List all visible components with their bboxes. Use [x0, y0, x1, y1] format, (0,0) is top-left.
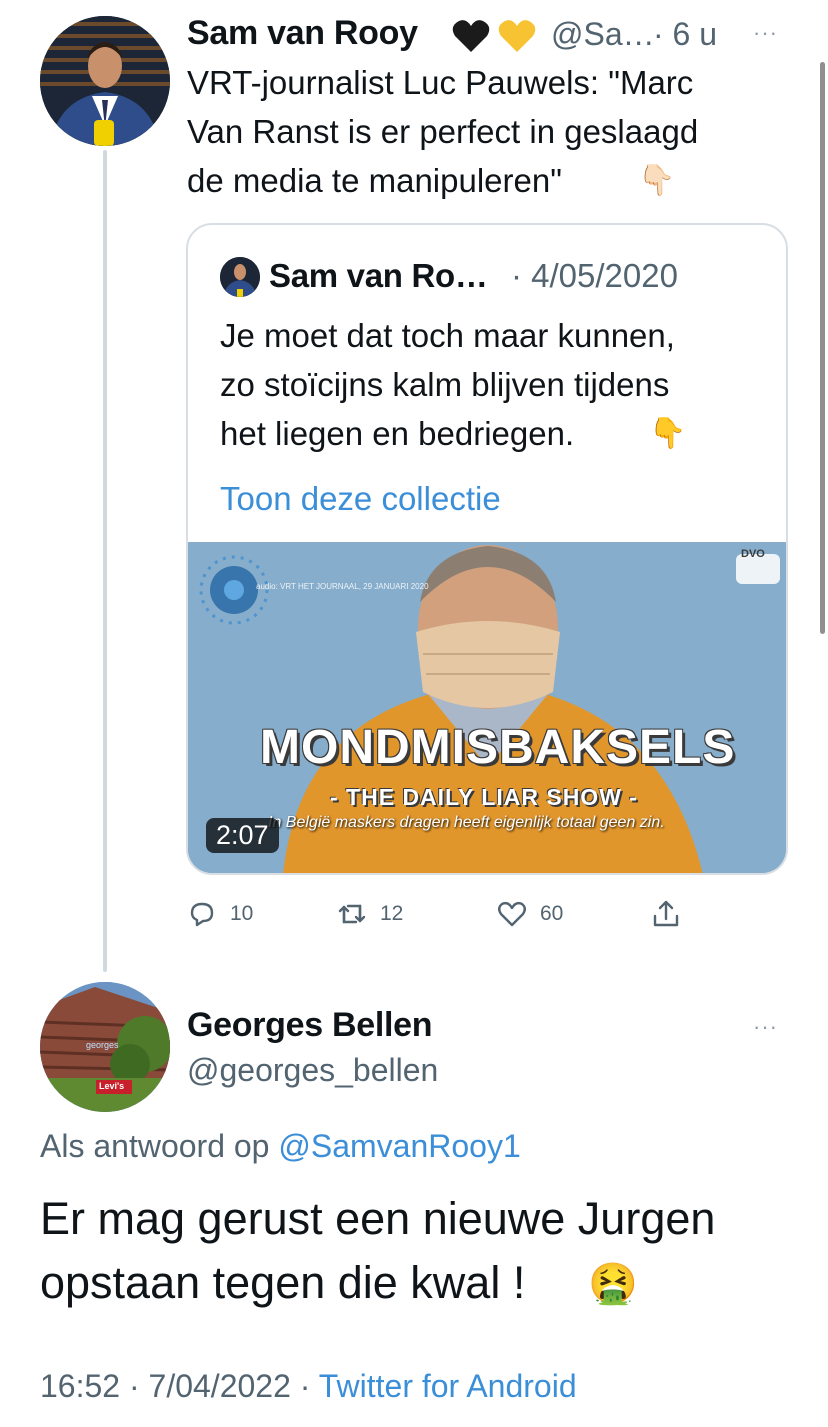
more-options-icon[interactable]: ···	[753, 20, 778, 46]
video-audio-credit: audio: VRT HET JOURNAAL, 29 JANUARI 2020	[256, 582, 429, 591]
tweet-timestamp[interactable]: 16:52 · 7/04/2022 ·	[40, 1368, 310, 1404]
avatar-georges-bellen[interactable]: georges Levi's	[40, 982, 170, 1112]
scrollbar[interactable]	[820, 62, 825, 634]
avatar-sign-text: Levi's	[99, 1081, 125, 1091]
reply-text-line-1: Er mag gerust een nieuwe Jurgen	[40, 1193, 716, 1244]
avatar-sam-van-rooy[interactable]	[40, 16, 170, 146]
quoted-text-line-2: zo stoïcijns kalm blijven tijdens	[220, 366, 670, 403]
like-button[interactable]: 60	[496, 894, 563, 934]
like-count: 60	[540, 902, 564, 925]
quoted-text-line-1: Je moet dat toch maar kunnen,	[220, 317, 675, 354]
tweet-text-line-3: de media te manipuleren"	[187, 162, 562, 199]
badge-yellow-heart-icon	[497, 16, 537, 56]
author-handle[interactable]: @Sa…	[551, 16, 655, 53]
quoted-tweet-date: · 4/05/2020	[511, 257, 678, 294]
reply-prefix: Als antwoord op	[40, 1128, 270, 1164]
share-icon	[653, 900, 679, 927]
quoted-tweet-card[interactable]: Sam van Ro… · 4/05/2020 Je moet dat toch…	[186, 223, 788, 875]
retweet-count: 12	[380, 902, 404, 925]
reply-context: Als antwoord op @SamvanRooy1	[40, 1128, 521, 1165]
video-player[interactable]: audio: VRT HET JOURNAAL, 29 JANUARI 2020…	[188, 542, 786, 873]
retweet-button[interactable]: 12	[336, 894, 403, 934]
thread-connector-line	[103, 150, 107, 972]
tweet-footer: 16:52 · 7/04/2022 · Twitter for Android	[40, 1368, 577, 1405]
vomiting-face-icon: 🤮	[588, 1262, 638, 1306]
avatar-overlay-text: georges	[86, 1040, 119, 1050]
more-options-icon[interactable]: ···	[753, 1014, 778, 1040]
tweet-text-line-2: Van Ranst is er perfect in geslaagd	[187, 113, 699, 150]
video-duration-badge: 2:07	[206, 818, 279, 853]
quoted-author-avatar	[220, 257, 260, 297]
tweet-age[interactable]: · 6 u	[653, 16, 717, 53]
video-caption: In België maskers dragen heeft eigenlijk…	[268, 814, 665, 831]
reply-mention-link[interactable]: @SamvanRooy1	[278, 1128, 520, 1164]
reply-count: 10	[230, 902, 254, 925]
reply-author-name[interactable]: Georges Bellen	[187, 1006, 433, 1045]
show-collection-link[interactable]: Toon deze collectie	[220, 474, 501, 523]
reply-icon	[190, 902, 214, 927]
tweet-text-line-1: VRT-journalist Luc Pauwels: "Marc	[187, 64, 694, 101]
tweet-action-bar: 10 12 60	[186, 894, 706, 934]
video-subtitle: - THE DAILY LIAR SHOW -	[330, 784, 638, 810]
retweet-icon	[338, 904, 366, 924]
reply-author-handle[interactable]: @georges_bellen	[187, 1052, 438, 1089]
reply-button[interactable]: 10	[186, 894, 253, 934]
video-title: MONDMISBAKSELS	[260, 721, 736, 774]
pointing-down-hand-icon: 👇🏻	[638, 164, 676, 197]
reply-text-line-2: opstaan tegen die kwal !	[40, 1257, 526, 1308]
share-button[interactable]	[650, 894, 682, 934]
quoted-text-line-3: het liegen en bedriegen.	[220, 415, 575, 452]
heart-icon	[498, 901, 526, 927]
video-watermark: DVO	[741, 548, 765, 560]
badge-black-heart-icon	[451, 16, 491, 56]
author-name[interactable]: Sam van Rooy	[187, 14, 418, 53]
quoted-author-name: Sam van Ro…	[269, 257, 488, 294]
tweet-client-link[interactable]: Twitter for Android	[319, 1368, 577, 1404]
pointing-down-hand-icon: 👇	[649, 417, 687, 450]
